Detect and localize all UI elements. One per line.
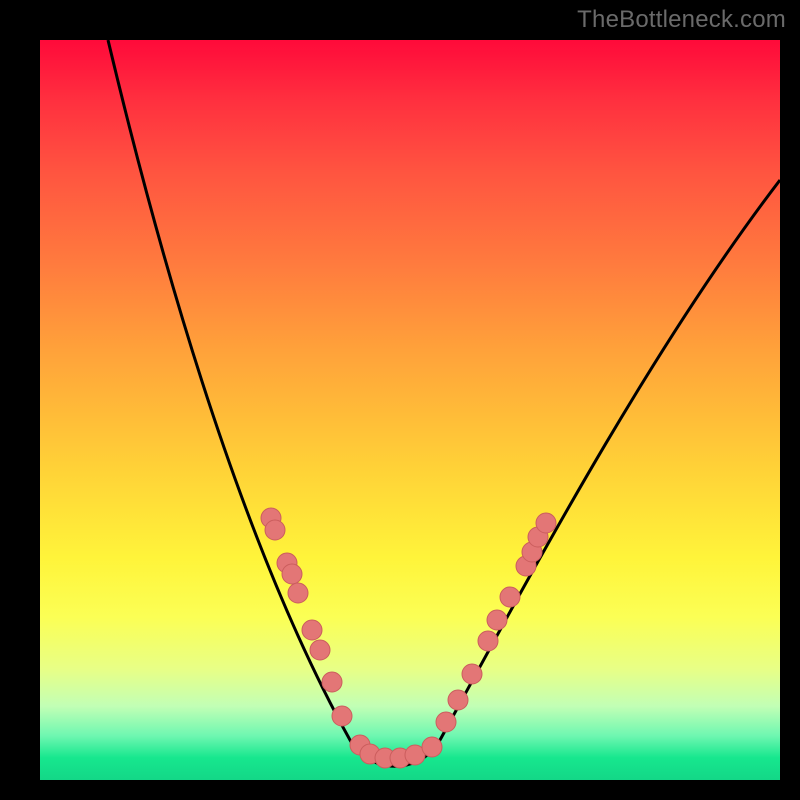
data-dot bbox=[478, 631, 498, 651]
watermark-label: TheBottleneck.com bbox=[577, 6, 786, 34]
data-dot bbox=[265, 520, 285, 540]
data-dot bbox=[462, 664, 482, 684]
chart-frame: TheBottleneck.com bbox=[0, 0, 800, 800]
dot-group bbox=[261, 508, 556, 768]
data-dot bbox=[422, 737, 442, 757]
plot-area bbox=[40, 40, 780, 780]
data-dot bbox=[536, 513, 556, 533]
bottleneck-curve bbox=[108, 40, 780, 766]
data-dot bbox=[302, 620, 322, 640]
data-dot bbox=[436, 712, 456, 732]
data-dot bbox=[500, 587, 520, 607]
data-dot bbox=[487, 610, 507, 630]
data-dot bbox=[310, 640, 330, 660]
data-dot bbox=[288, 583, 308, 603]
data-dot bbox=[322, 672, 342, 692]
data-dot bbox=[282, 564, 302, 584]
data-dot bbox=[332, 706, 352, 726]
curve-layer bbox=[40, 40, 780, 780]
data-dot bbox=[448, 690, 468, 710]
